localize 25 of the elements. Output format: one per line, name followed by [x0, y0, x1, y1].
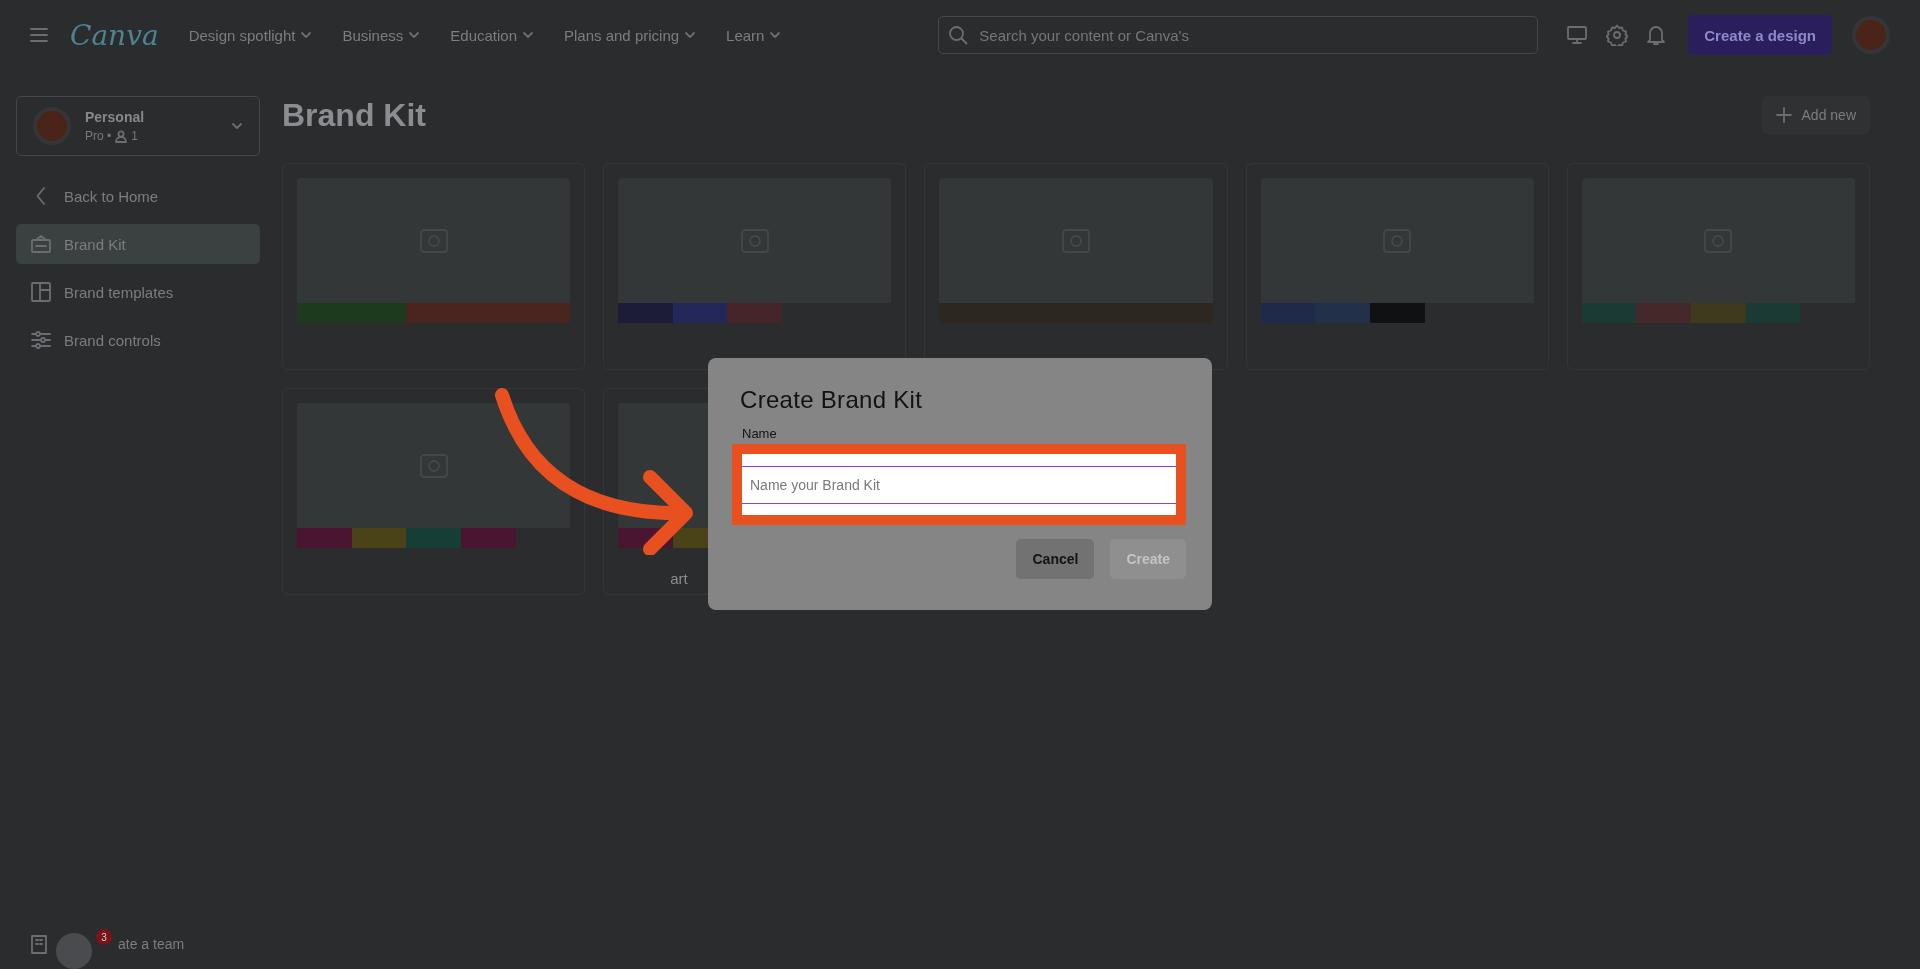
nav-menu-button[interactable]: Learn — [726, 26, 782, 44]
sidebar-item[interactable]: Brand Kit — [16, 224, 260, 264]
notification-badge: 3 — [96, 929, 112, 945]
plan-label: Pro • — [85, 129, 112, 143]
field-label: Name — [742, 426, 778, 442]
nav-menu-button[interactable]: Business — [342, 26, 421, 44]
add-new-button[interactable]: Add new — [1761, 96, 1870, 134]
page-title: Brand Kit — [282, 96, 426, 134]
nav-menu-button[interactable]: Plans and pricing — [564, 26, 697, 44]
nav-menu-button[interactable]: Education — [450, 26, 534, 44]
member-count: 1 — [131, 129, 138, 143]
name-input-field[interactable]: Name your Brand Kit — [742, 454, 1176, 515]
kit-name: art — [669, 570, 689, 587]
logo[interactable]: Canva — [70, 18, 159, 52]
sidebar-item[interactable]: Brand controls — [16, 320, 260, 360]
create-design-button[interactable]: Create a design — [1688, 15, 1832, 55]
nav-menu-button[interactable]: Design spotlight — [188, 26, 313, 44]
sidebar-item[interactable]: Back to Home — [16, 176, 260, 216]
search-field[interactable]: Search your content or Canva's — [938, 16, 1539, 54]
account-name: Personal — [85, 109, 146, 125]
account-switcher[interactable]: Personal Pro • 1 — [16, 96, 260, 156]
sidebar-item[interactable]: Brand templates — [16, 272, 260, 312]
dialog-title: Create Brand Kit — [740, 386, 924, 414]
dialog-button[interactable]: Cancel — [1016, 539, 1095, 579]
sidebar-item[interactable]: ate a team — [118, 936, 185, 952]
